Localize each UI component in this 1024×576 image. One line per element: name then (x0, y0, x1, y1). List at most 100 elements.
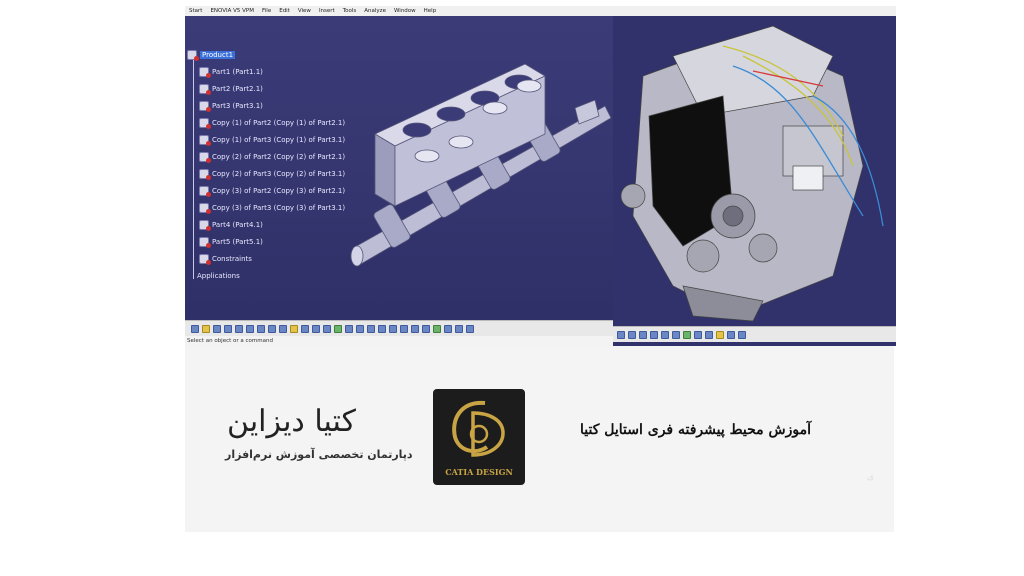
part-icon (199, 220, 211, 231)
menu-edit[interactable]: Edit (279, 8, 290, 14)
tree-node-part4[interactable]: Part4 (Part4.1) (199, 218, 263, 232)
constraint-icon[interactable] (334, 324, 342, 333)
menu-window[interactable]: Window (394, 8, 416, 14)
constraints-icon (199, 254, 211, 265)
measure-icon[interactable] (345, 324, 353, 333)
open-icon[interactable] (202, 324, 210, 333)
fly-mode-icon[interactable] (356, 324, 364, 333)
part-icon (199, 135, 211, 146)
pan-icon[interactable] (628, 330, 636, 339)
part-icon (199, 186, 211, 197)
catia-window-engine (613, 6, 896, 346)
zoom-out-icon[interactable] (661, 330, 669, 339)
whats-this-icon[interactable] (290, 324, 298, 333)
brand-name: کتیا دیزاین (227, 404, 356, 439)
render-style-icon[interactable] (694, 330, 702, 339)
tree-node-label: Copy (2) of Part3 (Copy (2) of Part3.1) (212, 170, 346, 178)
copy-icon[interactable] (246, 324, 254, 333)
tree-node-label: Part2 (Part2.1) (212, 85, 263, 93)
tree-node-applications[interactable]: Applications (187, 269, 240, 283)
tree-node-copy3-part3[interactable]: Copy (3) of Part3 (Copy (3) of Part3.1) (199, 201, 345, 215)
tree-node-label: Part5 (Part5.1) (212, 238, 263, 246)
save-icon[interactable] (213, 324, 221, 333)
render-style-icon[interactable] (444, 324, 452, 333)
tree-node-label: Copy (2) of Part2 (Copy (2) of Part2.1) (212, 153, 346, 161)
pan-icon[interactable] (378, 324, 386, 333)
normal-view-icon[interactable] (422, 324, 430, 333)
tree-node-label: Constraints (212, 255, 252, 263)
bottom-toolbar (185, 320, 613, 336)
menu-enovia[interactable]: ENOVIA V5 VPM (210, 8, 254, 14)
brand-tagline: دپارتمان تخصصی آموزش نرم‌افزار (225, 448, 413, 461)
fit-all-icon[interactable] (617, 330, 625, 339)
redo-icon[interactable] (279, 324, 287, 333)
tree-node-copy1-part2[interactable]: Copy (1) of Part2 (Copy (1) of Part2.1) (199, 116, 345, 130)
tree-node-copy2-part2[interactable]: Copy (2) of Part2 (Copy (2) of Part2.1) (199, 150, 345, 164)
tree-node-product1[interactable]: Product1 (187, 48, 236, 62)
normal-view-icon[interactable] (672, 330, 680, 339)
tree-node-label: Applications (197, 272, 240, 280)
hide-show-icon[interactable] (455, 324, 463, 333)
tree-node-label: Copy (1) of Part2 (Copy (1) of Part2.1) (212, 119, 346, 127)
new-icon[interactable] (191, 324, 199, 333)
menu-tools[interactable]: Tools (343, 8, 357, 14)
tree-node-part1[interactable]: Part1 (Part1.1) (199, 65, 263, 79)
branding-panel: کتیا دیزاین دپارتمان تخصصی آموزش نرم‌افز… (185, 346, 894, 532)
logo-emblem: CATIA DESIGN (445, 400, 513, 477)
menu-insert[interactable]: Insert (319, 8, 335, 14)
paste-icon[interactable] (257, 324, 265, 333)
tree-node-part2[interactable]: Part2 (Part2.1) (199, 82, 263, 96)
menu-analyze[interactable]: Analyze (364, 8, 386, 14)
undo-icon[interactable] (268, 324, 276, 333)
iso-view-icon[interactable] (683, 330, 691, 339)
print-icon[interactable] (224, 324, 232, 333)
product-icon (187, 50, 199, 61)
part-icon (199, 101, 211, 112)
iso-view-icon[interactable] (433, 324, 441, 333)
zoom-out-icon[interactable] (411, 324, 419, 333)
catia-window-assembly: Start ENOVIA V5 VPM File Edit View Inser… (185, 6, 613, 346)
rotate-icon[interactable] (389, 324, 397, 333)
status-text: Select an object or a command (187, 338, 273, 344)
zoom-in-icon[interactable] (650, 330, 658, 339)
tree-node-part5[interactable]: Part5 (Part5.1) (199, 235, 263, 249)
status-bar: Select an object or a command (185, 336, 613, 346)
rotate-icon[interactable] (639, 330, 647, 339)
tree-node-label: Part3 (Part3.1) (212, 102, 263, 110)
section-icon[interactable] (727, 330, 735, 339)
tree-node-copy3-part2[interactable]: Copy (3) of Part2 (Copy (3) of Part2.1) (199, 184, 345, 198)
watermark-mark: ی (867, 472, 875, 482)
menu-start[interactable]: Start (189, 8, 202, 14)
comment-icon[interactable] (312, 324, 320, 333)
course-title: آموزش محیط پیشرفته فری استایل کتیا (580, 422, 812, 438)
fit-all-icon[interactable] (367, 324, 375, 333)
part-icon (199, 118, 211, 129)
catalog-icon[interactable] (323, 324, 331, 333)
tree-node-label: Copy (3) of Part2 (Copy (3) of Part2.1) (212, 187, 346, 195)
zoom-in-icon[interactable] (400, 324, 408, 333)
part-icon (199, 203, 211, 214)
part-icon (199, 152, 211, 163)
part-icon (199, 169, 211, 180)
tree-node-copy2-part3[interactable]: Copy (2) of Part3 (Copy (2) of Part3.1) (199, 167, 345, 181)
measure-icon[interactable] (738, 330, 746, 339)
swap-space-icon[interactable] (716, 330, 724, 339)
tree-node-part3[interactable]: Part3 (Part3.1) (199, 99, 263, 113)
tree-node-copy1-part3[interactable]: Copy (1) of Part3 (Copy (1) of Part3.1) (199, 133, 345, 147)
engine-assembly-model[interactable] (613, 16, 896, 326)
swap-space-icon[interactable] (466, 324, 474, 333)
tree-node-label: Product1 (200, 51, 236, 59)
tree-node-constraints[interactable]: Constraints (199, 252, 252, 266)
menu-file[interactable]: File (262, 8, 271, 14)
3d-viewport[interactable]: Product1 Part1 (Part1.1) Part2 (Part2.1)… (185, 16, 613, 320)
formula-icon[interactable] (301, 324, 309, 333)
menu-view[interactable]: View (298, 8, 311, 14)
catia-design-logo: CATIA DESIGN (433, 389, 525, 485)
menu-help[interactable]: Help (424, 8, 437, 14)
hide-show-icon[interactable] (705, 330, 713, 339)
cut-icon[interactable] (235, 324, 243, 333)
tree-connector (193, 55, 194, 279)
part-icon (199, 67, 211, 78)
tree-node-label: Copy (1) of Part3 (Copy (1) of Part3.1) (212, 136, 346, 144)
tree-node-label: Part4 (Part4.1) (212, 221, 263, 229)
